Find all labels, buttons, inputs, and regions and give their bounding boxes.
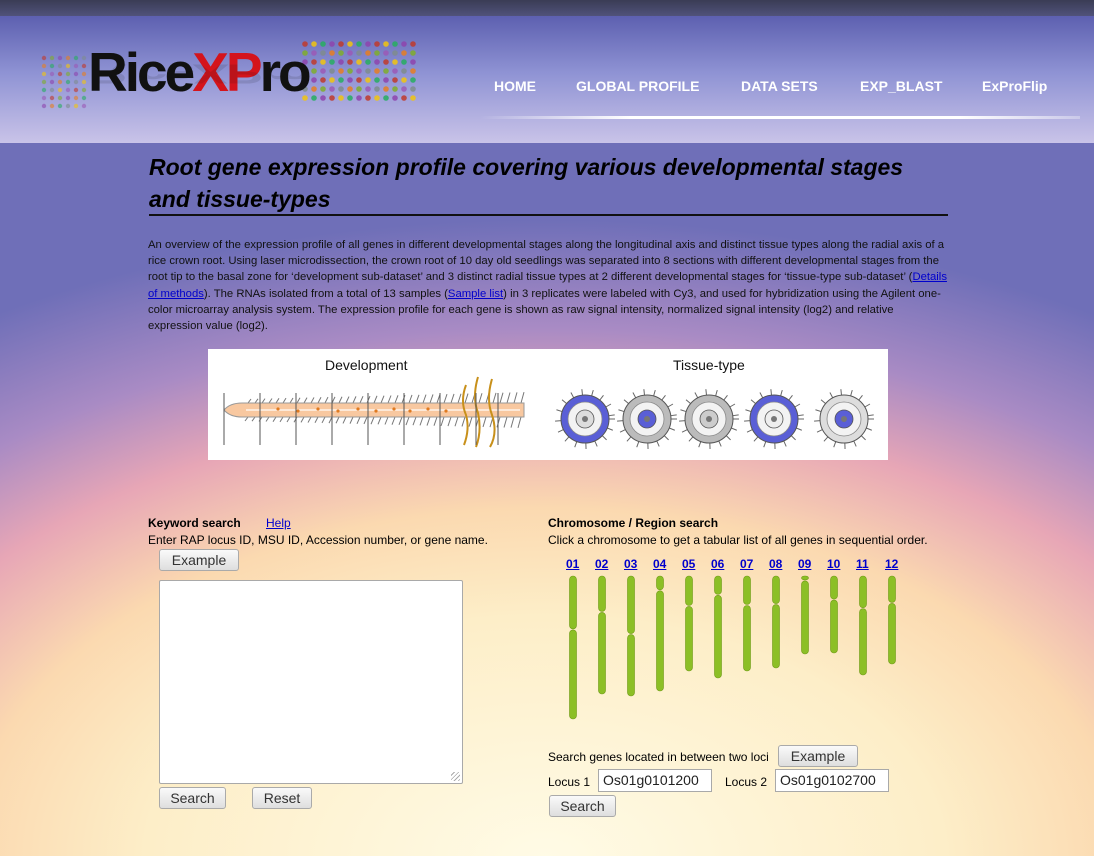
chromosome-12[interactable] — [888, 575, 896, 665]
keyword-search-button[interactable]: Search — [159, 787, 226, 809]
chromosome-link-07[interactable]: 07 — [740, 557, 753, 571]
header-divider — [480, 116, 1080, 119]
chromosome-link-11[interactable]: 11 — [856, 557, 869, 571]
chromosome-link-01[interactable]: 01 — [566, 557, 579, 571]
nav-exproflip[interactable]: ExProFlip — [982, 78, 1047, 94]
chromosome-10[interactable] — [830, 575, 838, 654]
title-rule — [149, 214, 948, 216]
keyword-search-description: Enter RAP locus ID, MSU ID, Accession nu… — [148, 533, 488, 547]
page-title: Root gene expression profile covering va… — [149, 154, 904, 212]
chromosome-11[interactable] — [859, 575, 867, 676]
chromosome-01[interactable] — [569, 575, 577, 720]
locus1-label: Locus 1 — [548, 775, 591, 789]
root-illustration — [223, 376, 874, 449]
chromosome-02[interactable] — [598, 575, 606, 695]
locus-search-label: Search genes located in between two loci — [548, 750, 769, 764]
chromosome-06[interactable] — [714, 575, 722, 679]
chromosome-ideograms — [569, 575, 896, 720]
chromosome-search-description: Click a chromosome to get a tabular list… — [548, 533, 928, 547]
tissue-section — [814, 389, 874, 449]
locus-example-button[interactable]: Example — [778, 745, 858, 767]
tissue-section — [617, 389, 677, 449]
chromosome-link-08[interactable]: 08 — [769, 557, 782, 571]
keyword-example-button[interactable]: Example — [159, 549, 239, 571]
keyword-search-title: Keyword search — [148, 516, 241, 530]
intro-text: An overview of the expression profile of… — [148, 237, 948, 334]
chromosome-09[interactable] — [801, 575, 809, 655]
chromosome-08[interactable] — [772, 575, 780, 669]
resize-grip-icon[interactable] — [451, 772, 460, 781]
chromosome-search-title: Chromosome / Region search — [548, 516, 719, 530]
chromosome-link-06[interactable]: 06 — [711, 557, 724, 571]
tissue-section — [555, 389, 615, 449]
locus1-input[interactable]: Os01g0101200 — [598, 769, 712, 792]
chromosome-07[interactable] — [743, 575, 751, 672]
chromosome-link-09[interactable]: 09 — [798, 557, 811, 571]
chromosome-04[interactable] — [656, 575, 664, 692]
locus-search-button[interactable]: Search — [549, 795, 616, 817]
root-figure: Development Tissue-type — [208, 349, 888, 460]
intro-part-1: An overview of the expression profile of… — [148, 239, 945, 284]
chromosome-link-10[interactable]: 10 — [827, 557, 840, 571]
chromosome-link-12[interactable]: 12 — [885, 557, 898, 571]
top-bar — [0, 0, 1094, 16]
chromosome-05[interactable] — [685, 575, 693, 672]
ricexpro-logo[interactable]: RiceXPro RiceXPro — [40, 40, 420, 124]
nav-exp-blast[interactable]: EXP_BLAST — [860, 78, 942, 94]
nav-data-sets[interactable]: DATA SETS — [741, 78, 818, 94]
tissue-section — [744, 389, 804, 449]
site-header: RiceXPro RiceXPro HOME GLOBAL PROFILE DA… — [0, 16, 1094, 143]
intro-part-2: ). The RNAs isolated from a total of 13 … — [203, 287, 448, 300]
help-link[interactable]: Help — [266, 516, 291, 530]
chromosome-link-03[interactable]: 03 — [624, 557, 637, 571]
chromosome-link-02[interactable]: 02 — [595, 557, 608, 571]
tissue-section — [679, 389, 739, 449]
nav-home[interactable]: HOME — [494, 78, 536, 94]
chromosome-link-05[interactable]: 05 — [682, 557, 695, 571]
nav-global-profile[interactable]: GLOBAL PROFILE — [576, 78, 699, 94]
keyword-reset-button[interactable]: Reset — [252, 787, 312, 809]
sample-list-link[interactable]: Sample list — [448, 288, 503, 300]
logo-reflection: RiceXPro — [88, 58, 309, 90]
chromosome-03[interactable] — [627, 575, 635, 697]
locus2-input[interactable]: Os01g0102700 — [775, 769, 889, 792]
locus2-label: Locus 2 — [725, 775, 768, 789]
keyword-textarea[interactable] — [159, 580, 463, 784]
chromosome-link-04[interactable]: 04 — [653, 557, 666, 571]
